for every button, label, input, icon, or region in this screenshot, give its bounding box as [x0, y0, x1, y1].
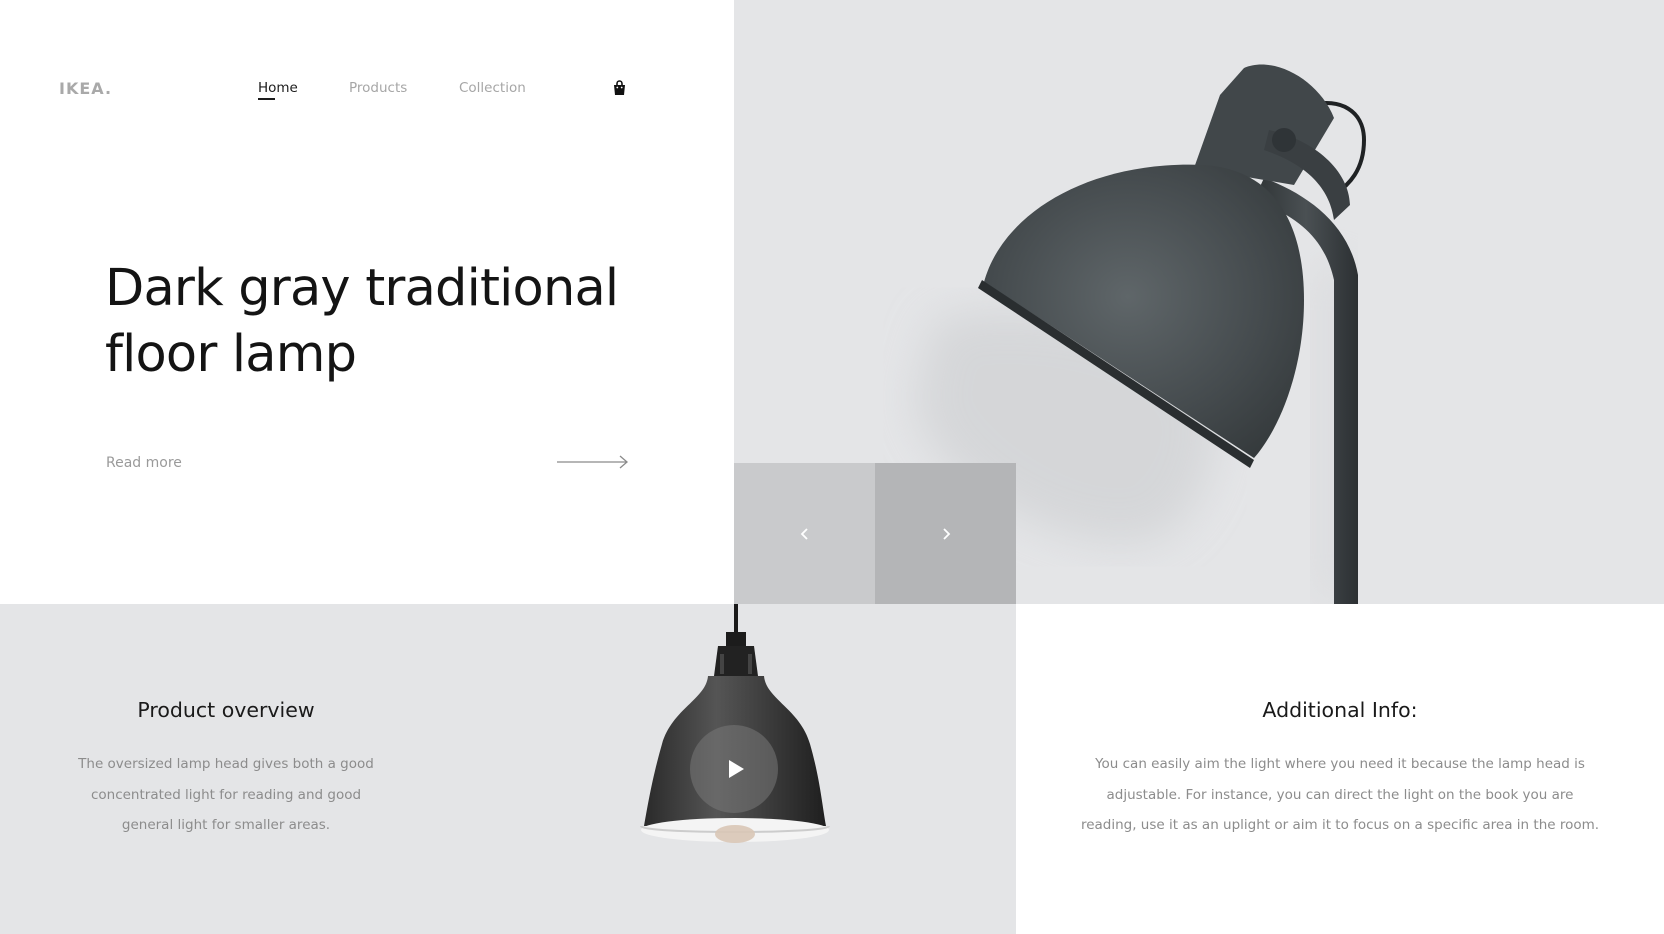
- overview-line-1: The oversized lamp head gives both a goo…: [78, 756, 374, 772]
- overview-line-3: general light for smaller areas.: [121, 817, 331, 833]
- hero-left-panel: IKEA. Home Products Collection Dark gray…: [0, 0, 734, 604]
- nav-active-underline: [258, 98, 275, 100]
- play-icon: [729, 760, 744, 778]
- slider-next-button[interactable]: [875, 463, 1016, 604]
- product-overview-section: Product overview The oversized lamp head…: [0, 604, 1016, 934]
- additional-line-1: You can easily aim the light where you n…: [1095, 756, 1585, 772]
- logo[interactable]: IKEA.: [59, 79, 112, 98]
- slider-prev-button[interactable]: [734, 463, 875, 604]
- nav-home[interactable]: Home: [258, 80, 298, 96]
- additional-info-text: You can easily aim the light where you n…: [1060, 749, 1620, 841]
- product-overview-text: The oversized lamp head gives both a goo…: [66, 749, 386, 841]
- nav-products[interactable]: Products: [349, 80, 407, 96]
- additional-info-section: Additional Info: You can easily aim the …: [1016, 604, 1664, 934]
- product-overview-title: Product overview: [137, 698, 315, 722]
- title-line-2: floor lamp: [105, 325, 357, 384]
- title-line-1: Dark gray traditional: [105, 259, 619, 318]
- read-more-link[interactable]: Read more: [106, 455, 182, 471]
- additional-line-2: adjustable. For instance, you can direct…: [1106, 786, 1574, 803]
- nav-collection[interactable]: Collection: [459, 80, 526, 96]
- shopping-bag-icon[interactable]: [611, 79, 628, 96]
- additional-line-3: reading, use it as an uplight or aim it …: [1080, 817, 1600, 833]
- page-title: Dark gray traditional floor lamp: [105, 256, 705, 388]
- additional-info-title: Additional Info:: [1262, 698, 1418, 722]
- overview-line-2: concentrated light for reading and good: [90, 786, 362, 803]
- chevron-right-icon: [942, 527, 950, 540]
- page: IKEA. Home Products Collection Dark gray…: [0, 0, 1664, 934]
- arrow-right-icon[interactable]: [557, 454, 629, 470]
- chevron-left-icon: [800, 527, 808, 540]
- play-video-button[interactable]: [690, 725, 778, 813]
